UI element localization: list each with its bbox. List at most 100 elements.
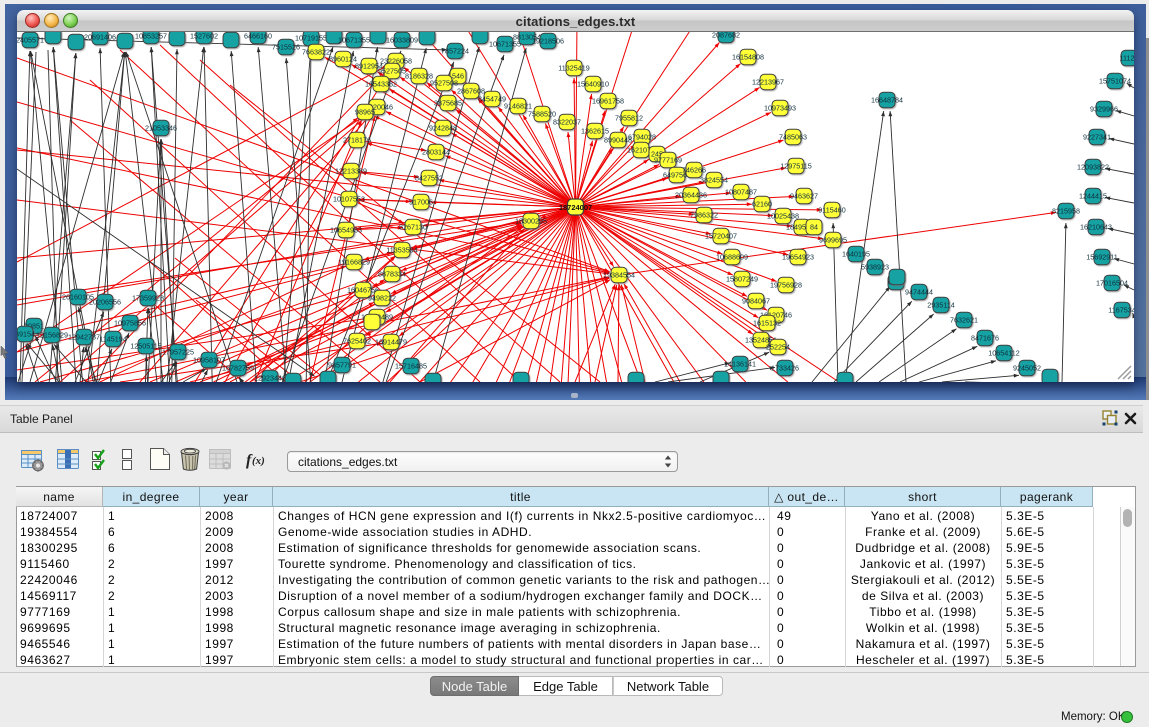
svg-text:7625402: 7625402 [343,337,371,346]
svg-text:7857224: 7857224 [441,47,469,56]
svg-text:10654933: 10654933 [330,226,362,235]
svg-text:7986322: 7986322 [690,211,718,220]
svg-text:62160: 62160 [752,200,772,209]
svg-text:7632621: 7632621 [950,316,978,325]
svg-text:2935114: 2935114 [927,301,954,310]
svg-text:15640910: 15640910 [577,80,609,89]
svg-text:10958107: 10958107 [193,356,225,365]
svg-text:8322037: 8322037 [553,118,581,127]
svg-text:10654112: 10654112 [988,349,1019,358]
svg-text:1244415: 1244415 [1079,192,1107,201]
svg-text:7515526: 7515526 [272,43,300,52]
svg-text:16648784: 16648784 [871,96,903,105]
svg-text:10807487: 10807487 [725,188,757,197]
svg-text:17016504: 17016504 [1096,279,1128,288]
svg-text:1362615: 1362615 [581,127,609,136]
svg-text:9498222: 9498222 [368,294,396,303]
svg-text:19756928: 19756928 [770,281,802,290]
svg-text:12156829: 12156829 [36,331,68,340]
svg-text:15692911: 15692911 [1086,253,1117,262]
svg-text:9527508: 9527508 [430,79,458,88]
svg-text:8427552: 8427552 [415,174,443,183]
svg-text:10671355: 10671355 [338,36,370,45]
svg-text:9329966: 9329966 [1090,105,1118,114]
svg-text:12505115: 12505115 [130,342,161,351]
svg-text:16782759: 16782759 [222,364,254,373]
svg-text:7955812: 7955812 [615,114,643,123]
svg-text:20364436: 20364436 [675,191,707,200]
svg-text:20691406: 20691406 [84,33,116,42]
svg-text:1615132: 1615132 [753,319,781,328]
svg-text:19384554: 19384554 [603,271,635,280]
svg-text:9527505: 9527505 [378,67,406,76]
svg-text:15716485: 15716485 [395,362,427,371]
svg-text:11125: 11125 [1120,54,1134,63]
svg-text:12975115: 12975115 [780,162,811,171]
svg-text:12942737: 12942737 [68,333,100,342]
svg-text:16210643: 16210643 [1080,223,1112,232]
svg-text:17359928: 17359928 [132,294,164,303]
svg-text:9245052: 9245052 [1013,364,1041,373]
svg-text:16914479: 16914479 [375,338,407,347]
svg-text:12093822: 12093822 [1077,163,1109,172]
svg-text:16033809: 16033809 [386,36,418,45]
svg-text:6466160: 6466160 [244,32,272,41]
svg-text:917006: 917006 [409,198,433,207]
svg-text:21053346: 21053346 [145,124,177,133]
svg-text:1145194: 1145194 [99,335,126,344]
svg-text:7663822: 7663822 [302,48,330,57]
svg-text:10975856: 10975856 [114,319,146,328]
svg-text:8878334: 8878334 [378,270,406,279]
svg-text:2803144: 2803144 [422,148,450,157]
svg-text:10853257: 10853257 [135,32,167,41]
svg-text:26160105: 26160105 [62,293,94,302]
svg-text:3824554: 3824554 [700,176,728,185]
svg-text:2718176: 2718176 [343,136,371,145]
svg-text:84: 84 [810,223,818,232]
svg-text:14136141: 14136141 [724,360,756,369]
svg-text:8186328: 8186328 [405,72,433,81]
svg-text:7485063: 7485063 [779,133,807,142]
svg-text:12213967: 12213967 [752,78,784,87]
svg-text:9463627: 9463627 [790,192,818,201]
svg-text:6794028: 6794028 [628,133,656,142]
svg-text:15751074: 15751074 [1099,77,1131,86]
svg-text:1640195: 1640195 [842,250,870,259]
svg-text:9699695: 9699695 [819,236,847,245]
svg-text:11325419: 11325419 [558,64,589,73]
svg-text:9227341: 9227341 [1083,133,1111,142]
svg-text:252254: 252254 [766,343,790,352]
svg-text:98965: 98965 [355,108,375,117]
svg-text:5938923: 5938923 [861,263,889,272]
svg-text:10973493: 10973493 [764,104,796,113]
svg-text:9242848: 9242848 [429,124,457,133]
svg-text:39154: 39154 [17,330,35,339]
svg-text:9474444: 9474444 [905,288,933,297]
svg-text:19654923: 19654923 [782,253,814,262]
svg-text:15720407: 15720407 [705,232,737,241]
svg-text:9084067: 9084067 [742,297,770,306]
svg-text:9115460: 9115460 [818,206,845,215]
svg-text:8215958: 8215958 [1052,207,1080,216]
svg-text:2405571: 2405571 [17,36,44,45]
svg-text:11353594: 11353594 [386,246,417,255]
svg-text:17957225: 17957225 [162,348,194,357]
svg-text:1733426: 1733426 [771,364,799,373]
svg-text:19218506: 19218506 [532,37,564,46]
svg-text:18300295: 18300295 [515,217,547,226]
svg-text:19166829: 19166829 [338,258,370,267]
svg-text:18724007: 18724007 [559,203,592,212]
svg-text:12923446: 12923446 [254,374,286,383]
svg-text:10688609: 10688609 [716,253,748,262]
svg-text:8454749: 8454749 [478,95,506,104]
svg-text:16543382: 16543382 [365,80,397,89]
svg-text:16961758: 16961758 [592,97,624,106]
svg-text:746266: 746266 [682,166,706,175]
svg-text:9777169: 9777169 [654,156,682,165]
svg-text:9857791: 9857791 [328,361,356,370]
svg-text:2087682: 2087682 [712,32,740,40]
svg-text:8267130: 8267130 [399,223,427,232]
svg-text:1527602: 1527602 [190,32,218,41]
svg-text:15807249: 15807249 [726,275,758,284]
svg-text:1167534: 1167534 [1108,306,1134,315]
